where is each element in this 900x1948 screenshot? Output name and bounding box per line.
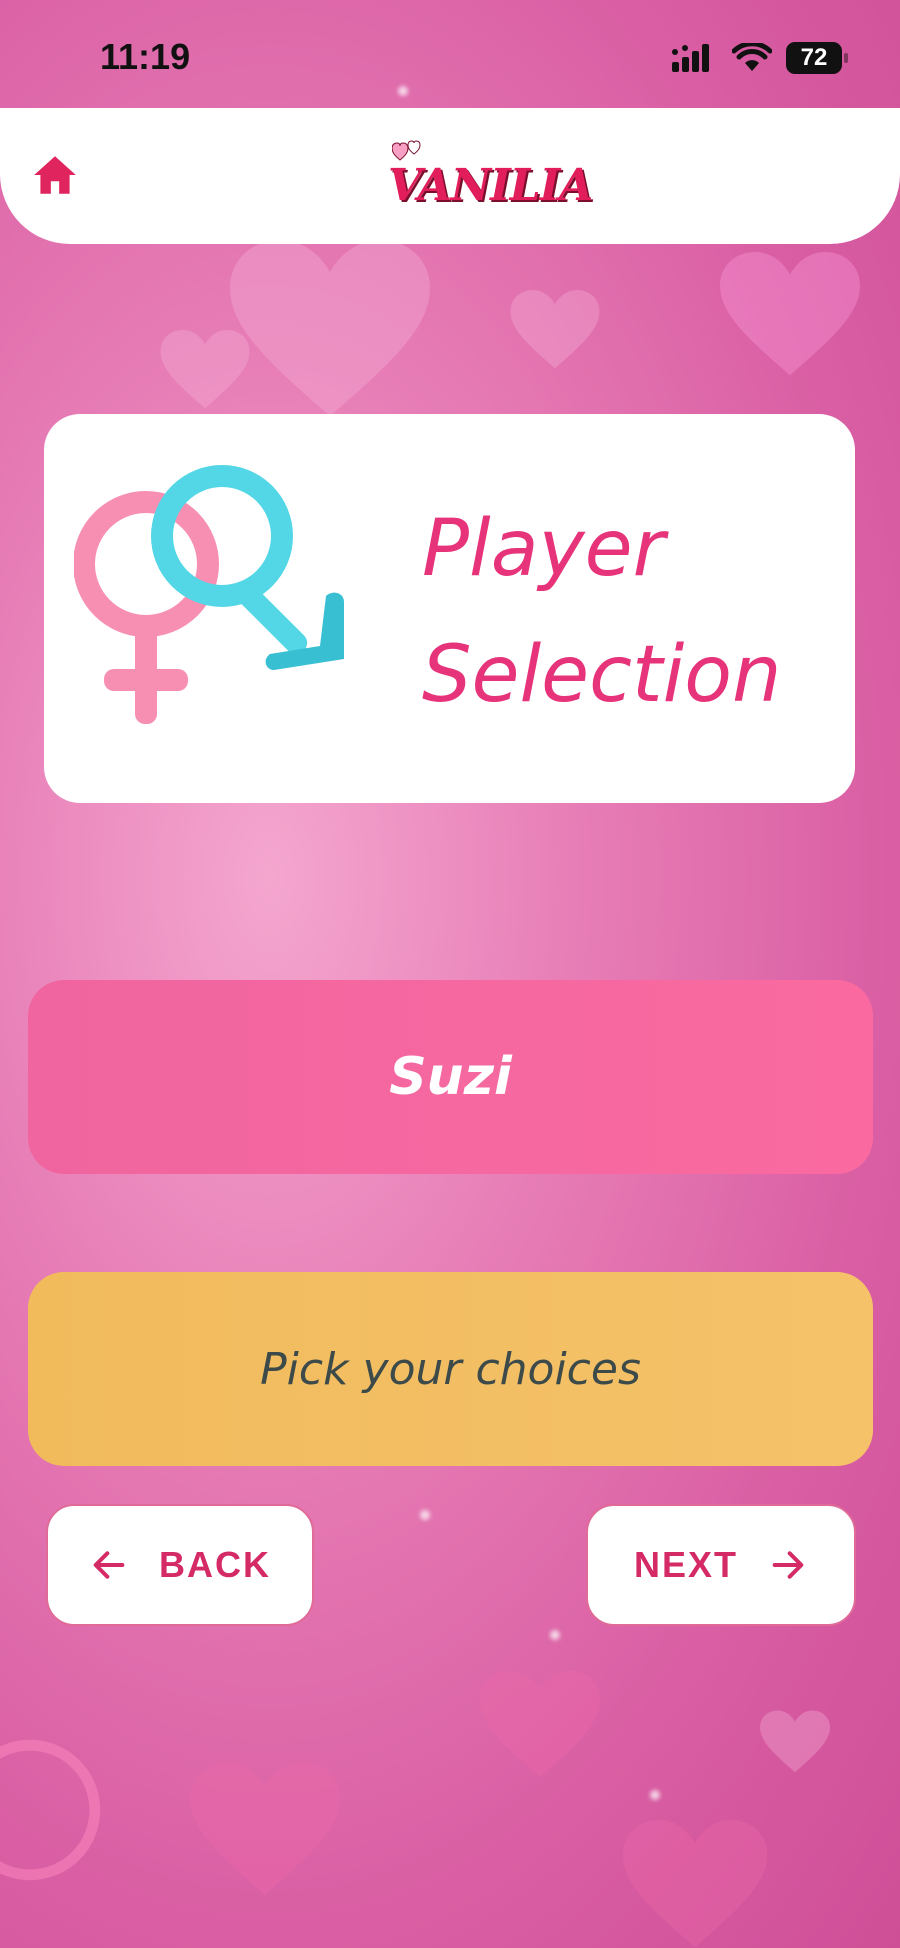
heart-decoration-icon — [760, 1710, 830, 1773]
sparkle-decoration — [650, 1790, 660, 1800]
sparkle-decoration — [550, 1630, 560, 1640]
back-label: BACK — [159, 1544, 271, 1585]
heart-decoration-icon — [230, 240, 430, 416]
pick-choices-label: Pick your choices — [260, 1343, 641, 1395]
logo-text: VANILIA — [388, 160, 593, 211]
page-title: Player Selection — [422, 486, 842, 738]
sparkle-decoration — [420, 1510, 430, 1520]
back-button[interactable]: BACK — [46, 1504, 314, 1626]
ring-decoration-icon — [0, 1739, 101, 1881]
app-header: VANILIA — [0, 108, 900, 244]
pick-choices-button[interactable]: Pick your choices — [28, 1272, 873, 1466]
home-button[interactable] — [30, 150, 80, 200]
heart-decoration-icon — [190, 1762, 340, 1895]
heart-decoration-icon — [480, 1671, 600, 1777]
arrow-left-icon — [93, 1551, 125, 1579]
next-label: NEXT — [633, 1544, 738, 1585]
home-icon — [34, 156, 76, 194]
next-button[interactable]: NEXT — [586, 1504, 856, 1626]
page-title-line2: Selection — [422, 630, 782, 720]
player-name-label: Suzi — [389, 1047, 512, 1107]
heart-decoration-icon — [622, 1820, 768, 1948]
page-title-line1: Player — [422, 504, 665, 594]
title-card: Player Selection — [44, 414, 855, 803]
heart-decoration-icon — [160, 330, 250, 409]
heart-decoration-icon — [720, 252, 860, 376]
arrow-right-icon — [772, 1551, 804, 1579]
wifi-icon — [732, 43, 772, 71]
status-icons: 72 — [672, 42, 848, 74]
background — [0, 0, 900, 1948]
gender-symbols-icon — [74, 465, 344, 724]
status-time: 11:19 — [100, 36, 191, 77]
status-bar: 11:19 72 — [0, 0, 900, 108]
battery-level: 72 — [800, 44, 828, 71]
battery-icon: 72 — [786, 42, 848, 74]
player-name-button[interactable]: Suzi — [28, 980, 873, 1174]
app-logo: VANILIA — [380, 140, 593, 216]
cellular-signal-icon — [672, 44, 709, 72]
heart-decoration-icon — [510, 290, 600, 369]
